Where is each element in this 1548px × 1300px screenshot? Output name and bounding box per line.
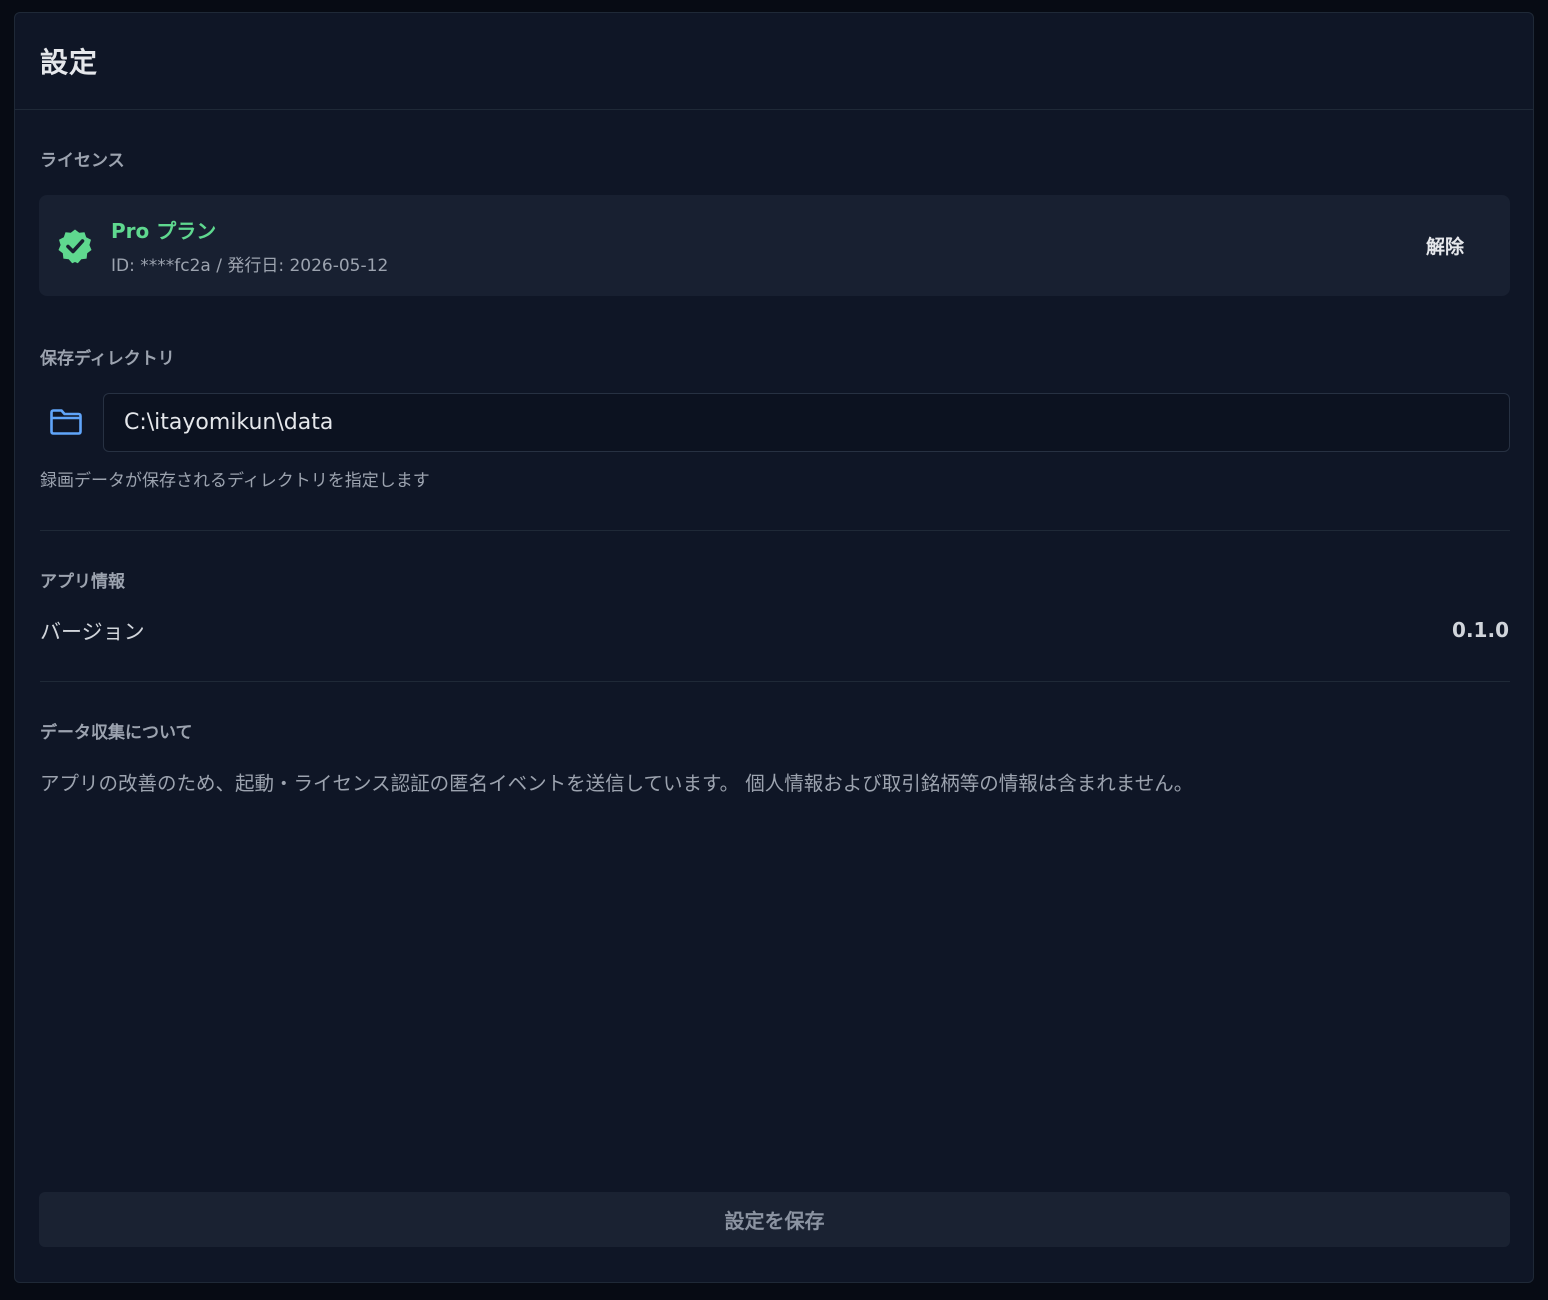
divider [40, 681, 1510, 682]
divider [40, 530, 1510, 531]
license-section-label: ライセンス [40, 151, 125, 171]
app-info-section-label: アプリ情報 [40, 572, 125, 592]
release-license-button[interactable]: 解除 [1408, 223, 1482, 267]
verified-badge-icon [58, 229, 92, 264]
folder-icon [50, 408, 82, 435]
settings-header: 設定 [15, 13, 1533, 110]
plan-name: Pro プラン [111, 219, 217, 243]
telemetry-section-label: データ収集について [40, 723, 193, 743]
page-title: 設定 [40, 46, 99, 79]
license-meta: ID: ****fc2a / 発行日: 2026-05-12 [111, 256, 389, 276]
save-settings-button[interactable]: 設定を保存 [39, 1192, 1510, 1247]
telemetry-description: アプリの改善のため、起動・ライセンス認証の匿名イベントを送信しています。 個人情… [40, 772, 1194, 795]
storage-hint: 録画データが保存されるディレクトリを指定します [40, 471, 430, 491]
browse-folder-button[interactable] [41, 393, 91, 451]
storage-section-label: 保存ディレクトリ [40, 349, 175, 369]
version-value: 0.1.0 [1452, 618, 1509, 642]
version-label: バージョン [40, 620, 145, 644]
license-card: Pro プラン ID: ****fc2a / 発行日: 2026-05-12 解… [39, 195, 1510, 296]
settings-panel: 設定 ライセンス Pro プラン ID: ****fc2a / 発行日: 202… [14, 12, 1534, 1283]
storage-directory-input[interactable] [103, 393, 1510, 452]
